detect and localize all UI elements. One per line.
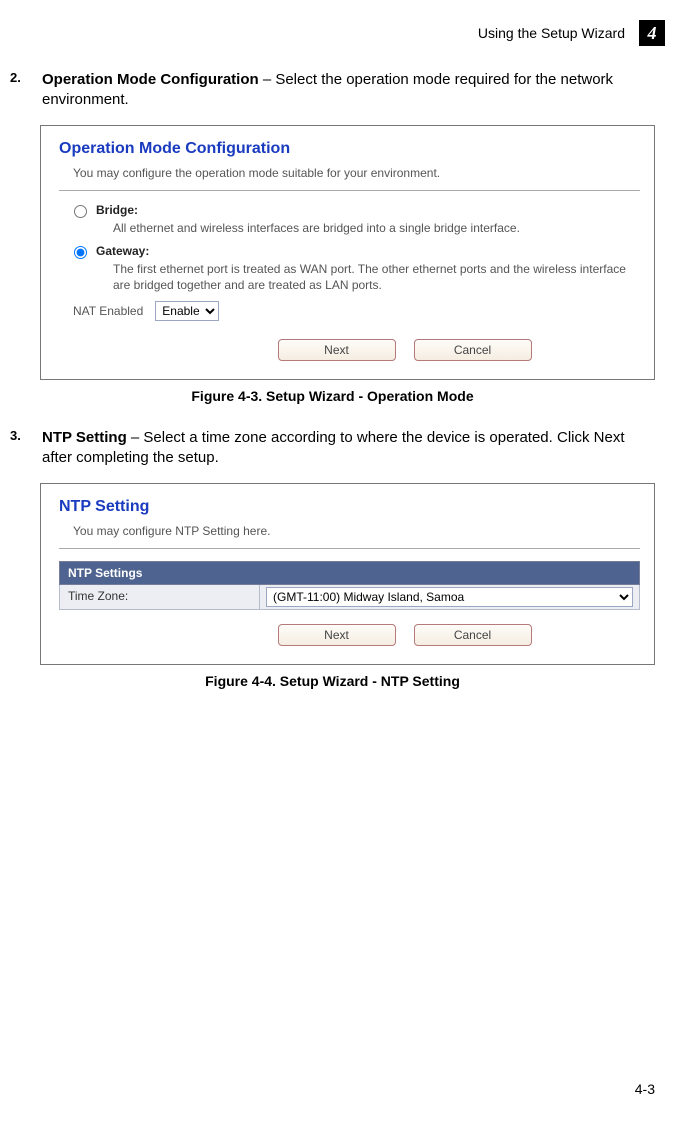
bridge-label: Bridge:: [96, 203, 138, 217]
ntp-table-row: Time Zone: (GMT-11:00) Midway Island, Sa…: [59, 585, 640, 610]
timezone-label: Time Zone:: [60, 585, 260, 609]
next-button[interactable]: Next: [278, 339, 396, 361]
next-button-label: Next: [324, 343, 349, 357]
step-3-number: 3.: [10, 428, 28, 469]
figure-4-3-frame: Operation Mode Configuration You may con…: [40, 125, 655, 381]
nat-label: NAT Enabled: [73, 304, 143, 318]
fig2-button-row: Next Cancel: [169, 624, 640, 646]
step-2-title: Operation Mode Configuration: [42, 71, 259, 88]
next-button[interactable]: Next: [278, 624, 396, 646]
step-3-rest: – Select a time zone according to where …: [42, 429, 625, 466]
cancel-button-label: Cancel: [454, 628, 491, 642]
page-number: 4-3: [635, 1081, 655, 1097]
timezone-cell: (GMT-11:00) Midway Island, Samoa: [260, 585, 639, 609]
gateway-desc: The first ethernet port is treated as WA…: [113, 261, 640, 293]
fig1-heading: Operation Mode Configuration: [59, 140, 640, 158]
fig1-desc: You may configure the operation mode sui…: [73, 166, 640, 180]
divider: [59, 190, 640, 191]
fig2-desc: You may configure NTP Setting here.: [73, 524, 640, 538]
fig1-button-row: Next Cancel: [169, 339, 640, 361]
cancel-button-label: Cancel: [454, 343, 491, 357]
step-2-number: 2.: [10, 70, 28, 111]
step-3-title: NTP Setting: [42, 429, 127, 446]
bridge-desc: All ethernet and wireless interfaces are…: [113, 220, 640, 236]
cancel-button[interactable]: Cancel: [414, 339, 532, 361]
bridge-radio[interactable]: [74, 205, 87, 218]
nat-select[interactable]: Enable: [155, 301, 219, 321]
ntp-table-head: NTP Settings: [59, 561, 640, 585]
step-3: 3. NTP Setting – Select a time zone acco…: [10, 428, 655, 469]
timezone-select[interactable]: (GMT-11:00) Midway Island, Samoa: [266, 587, 633, 607]
step-3-text: NTP Setting – Select a time zone accordi…: [42, 428, 655, 469]
step-2-text: Operation Mode Configuration – Select th…: [42, 70, 655, 111]
bridge-option-row: Bridge:: [69, 203, 640, 218]
fig1-caption: Figure 4-3. Setup Wizard - Operation Mod…: [10, 388, 655, 404]
figure-4-4-frame: NTP Setting You may configure NTP Settin…: [40, 483, 655, 665]
fig2-heading: NTP Setting: [59, 498, 640, 516]
fig2-caption: Figure 4-4. Setup Wizard - NTP Setting: [10, 673, 655, 689]
section-title: Using the Setup Wizard: [478, 25, 625, 41]
cancel-button[interactable]: Cancel: [414, 624, 532, 646]
gateway-label: Gateway:: [96, 244, 149, 258]
chapter-badge: 4: [639, 20, 665, 46]
divider: [59, 548, 640, 549]
ntp-table: NTP Settings Time Zone: (GMT-11:00) Midw…: [59, 561, 640, 610]
next-button-label: Next: [324, 628, 349, 642]
step-2: 2. Operation Mode Configuration – Select…: [10, 70, 655, 111]
gateway-radio[interactable]: [74, 246, 87, 259]
gateway-option-row: Gateway:: [69, 244, 640, 259]
chapter-number: 4: [648, 23, 657, 44]
page-header: Using the Setup Wizard 4: [0, 0, 685, 46]
nat-row: NAT Enabled Enable: [73, 301, 640, 321]
